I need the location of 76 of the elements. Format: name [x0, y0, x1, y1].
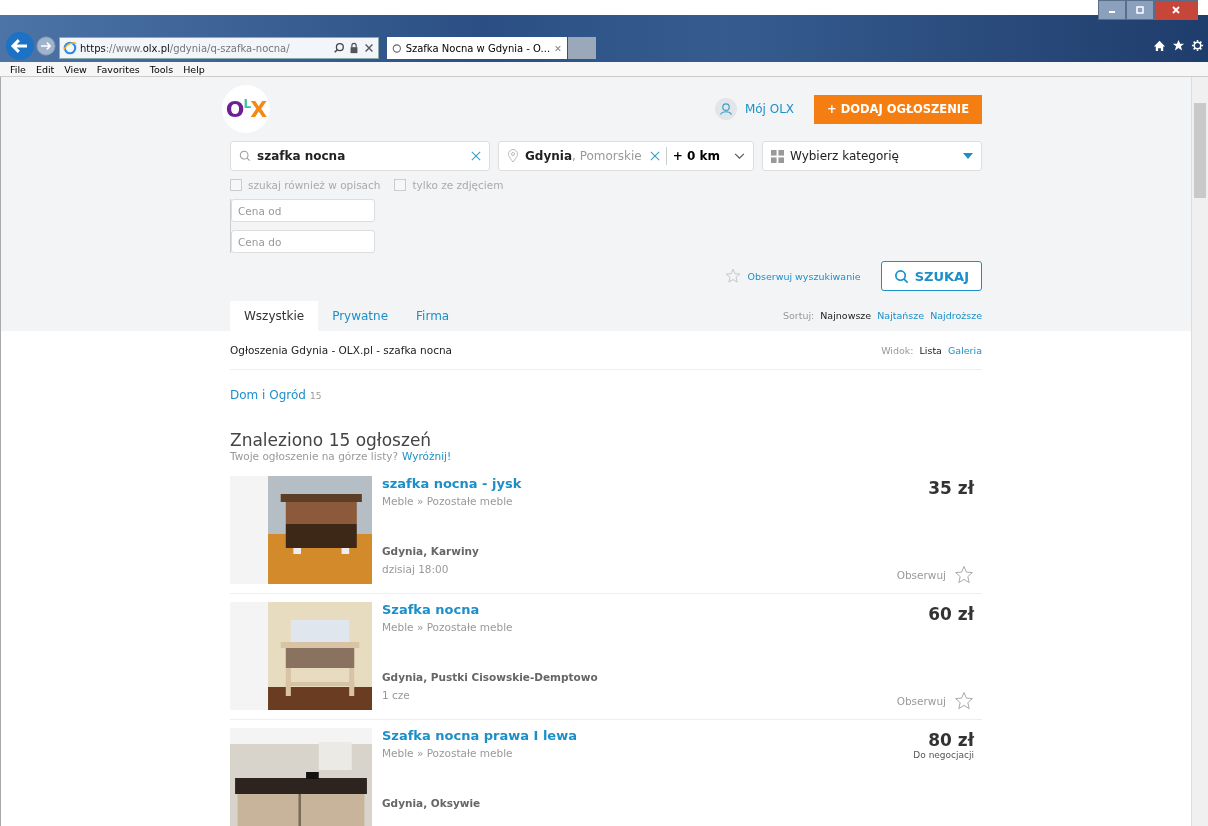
listing-title[interactable]: Szafka nocna	[382, 602, 897, 617]
grid-icon	[771, 149, 784, 163]
checkbox[interactable]	[230, 179, 242, 191]
promo-link[interactable]: Wyróżnij!	[402, 450, 452, 462]
price-from-field[interactable]: Cena od	[231, 199, 375, 222]
view-option[interactable]: Galeria	[947, 344, 982, 356]
clear-icon[interactable]	[471, 151, 481, 161]
search-field[interactable]: szafka nocna	[230, 141, 490, 171]
scrollbar[interactable]	[1191, 77, 1208, 826]
user-icon[interactable]	[714, 98, 737, 120]
listing-category: Meble » Pozostałe meble	[382, 747, 514, 759]
negotiable-label: Do negocjacji	[913, 750, 974, 760]
watch-label: Obserwuj	[896, 695, 946, 707]
results-heading: Znaleziono 15 ogłoszeń	[230, 430, 433, 450]
listing-location: Gdynia, Oksywie	[382, 797, 482, 809]
checkbox-label: tylko ze zdjęciem	[412, 179, 504, 191]
maximize-icon	[1135, 5, 1145, 15]
menu-item[interactable]: View	[64, 63, 87, 75]
browser-icon	[63, 41, 77, 55]
category-link[interactable]: Dom i Ogród	[230, 388, 306, 402]
home-icon[interactable]	[1153, 39, 1166, 52]
star-icon[interactable]	[954, 565, 974, 585]
view-label: Widok:	[881, 344, 914, 356]
search-button[interactable]: SZUKAJ	[880, 261, 982, 291]
view-option[interactable]: Lista	[919, 344, 942, 356]
checkbox[interactable]	[394, 179, 407, 191]
watch-label: Obserwuj	[896, 569, 946, 581]
category-count: 15	[309, 391, 322, 401]
listing-date: dzisiaj 18:00	[382, 563, 450, 575]
listing-location: Gdynia, Karwiny	[382, 545, 480, 557]
star-icon[interactable]	[954, 691, 974, 711]
search-icon	[893, 268, 909, 284]
radius-dropdown[interactable]: + 0 km	[672, 149, 720, 163]
listing-price: 80 zł	[928, 730, 974, 750]
favorites-icon[interactable]	[1172, 39, 1185, 52]
back-button[interactable]	[6, 32, 34, 60]
promo-text: Twoje ogłoszenie na górze listy?	[230, 450, 399, 462]
address-bar[interactable]: https://www.olx.pl/gdynia/q-szafka-nocna/	[59, 37, 379, 59]
listing-category: Meble » Pozostałe meble	[382, 495, 514, 507]
sort-label: Sortuj:	[782, 310, 815, 321]
checkbox-label: szukaj również w opisach	[248, 179, 381, 191]
sort-option[interactable]: Najnowsze	[820, 310, 872, 321]
loading-icon	[392, 42, 402, 54]
clear-icon[interactable]	[649, 151, 660, 161]
menu-item[interactable]: Tools	[149, 63, 174, 75]
chevron-icon[interactable]	[734, 152, 745, 160]
price-to-field[interactable]: Cena do	[231, 230, 375, 253]
lock-icon[interactable]	[348, 42, 360, 54]
tab[interactable]: Wszystkie	[230, 301, 319, 331]
listing-date: 1 cze	[382, 689, 411, 701]
pin-icon	[507, 149, 519, 163]
breadcrumb: Ogłoszenia Gdynia - OLX.pl - szafka nocna	[230, 344, 453, 356]
location-field[interactable]: Gdynia, Pomorskie + 0 km	[498, 141, 754, 171]
listing-price: 60 zł	[928, 604, 974, 624]
close-icon	[1171, 5, 1181, 15]
menu-item[interactable]: Favorites	[96, 63, 140, 75]
maximize-button[interactable]	[1126, 0, 1154, 20]
search-icon	[239, 149, 251, 163]
close-window-button[interactable]	[1154, 0, 1198, 20]
category-dropdown[interactable]: Wybierz kategorię	[762, 141, 982, 171]
listing-price: 35 zł	[928, 478, 974, 498]
listing-location: Gdynia, Pustki Cisowskie-Demptowo	[382, 671, 599, 683]
menu-item[interactable]: Edit	[35, 63, 55, 75]
listing-title[interactable]: szafka nocna - jysk	[382, 476, 897, 491]
minimize-button[interactable]	[1098, 0, 1126, 20]
listing-title[interactable]: Szafka nocna prawa I lewa	[382, 728, 914, 743]
menu-item[interactable]: File	[10, 63, 26, 75]
forward-button[interactable]	[36, 36, 56, 56]
caret-icon	[963, 153, 973, 159]
browser-tab[interactable]: Szafka Nocna w Gdynia - O...	[387, 37, 567, 59]
close-icon[interactable]	[363, 42, 375, 54]
search-icon[interactable]	[333, 42, 345, 54]
settings-icon[interactable]	[1191, 39, 1204, 52]
star-icon[interactable]	[725, 268, 742, 284]
listing-category: Meble » Pozostałe meble	[382, 621, 514, 633]
menu-item[interactable]: Help	[183, 63, 205, 75]
